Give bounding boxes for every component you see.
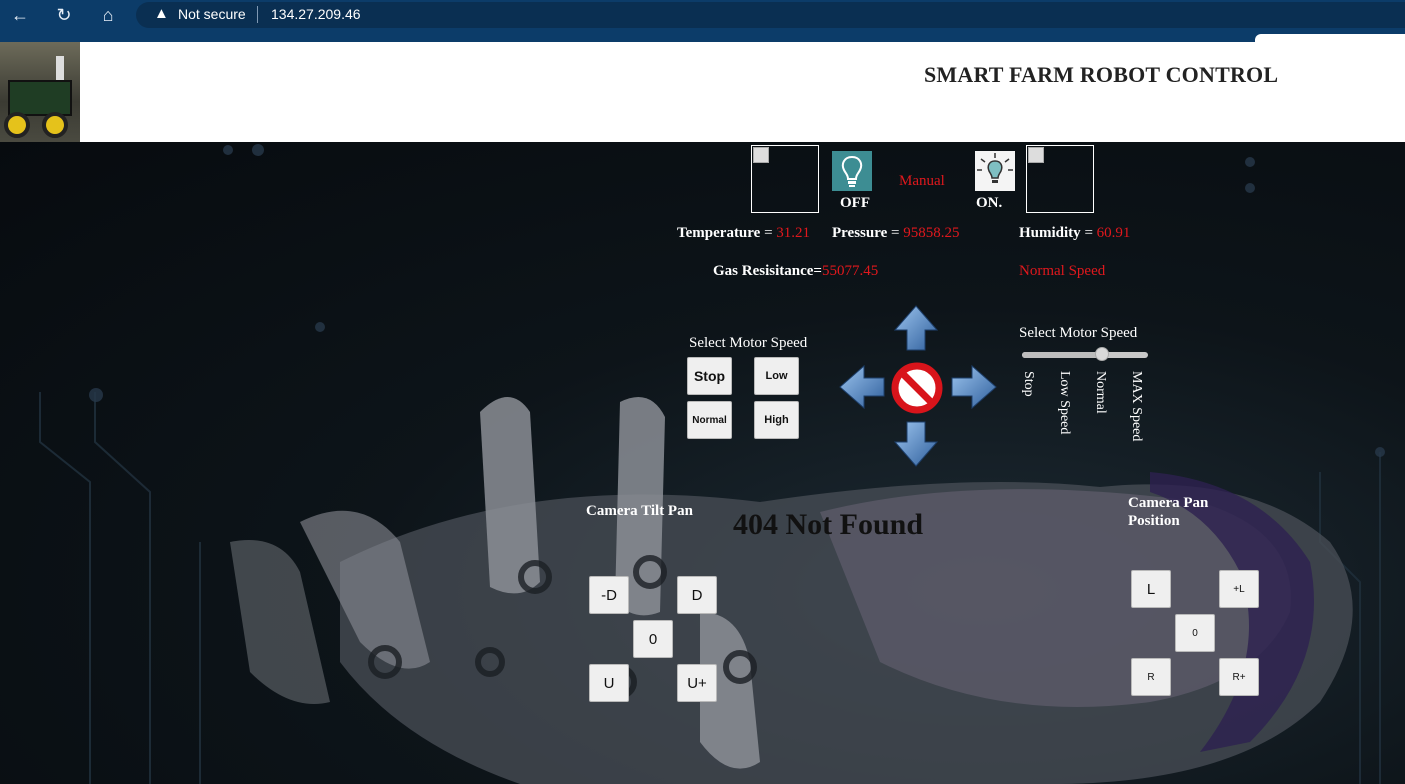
camera-image-right	[1026, 145, 1094, 213]
camera-image-left	[751, 145, 819, 213]
pan-l-button[interactable]: L	[1131, 570, 1171, 608]
temperature-value: 31.21	[776, 225, 811, 241]
robot-logo	[0, 42, 80, 142]
pan-center-button[interactable]: 0	[1175, 614, 1215, 652]
light-off-label: OFF	[840, 195, 870, 211]
reload-icon[interactable]: ↻	[52, 4, 76, 26]
tilt-d-button[interactable]: D	[677, 576, 717, 614]
gas-label: Gas Resisitance=	[713, 263, 822, 279]
camera-pan-title-line1: Camera Pan	[1128, 495, 1209, 511]
motor-speed-title-left: Select Motor Speed	[689, 335, 808, 351]
equals-sign: =	[887, 225, 904, 241]
motor-speed-slider[interactable]	[1022, 347, 1148, 361]
bulb-off-icon[interactable]	[832, 151, 872, 191]
motor-stop-button[interactable]: Stop	[687, 357, 732, 395]
equals-sign: =	[1080, 225, 1097, 241]
video-error-message: 404 Not Found	[733, 508, 924, 541]
arrow-left-icon[interactable]	[838, 364, 886, 410]
motor-speed-title-right: Select Motor Speed	[1019, 325, 1138, 341]
slider-tick-stop: Stop	[1021, 371, 1036, 397]
camera-pan-title-line2: Position	[1128, 513, 1180, 529]
speed-status: Normal Speed	[1019, 263, 1106, 279]
motor-low-button[interactable]: Low	[754, 357, 799, 395]
slider-fill	[1022, 352, 1102, 358]
tilt-u-plus-button[interactable]: U+	[677, 664, 717, 702]
slider-tick-max: MAX Speed	[1129, 371, 1144, 442]
camera-pan-title: Camera Pan Position	[1128, 494, 1208, 530]
page-header: SMART FARM ROBOT CONTROL	[0, 42, 1405, 142]
equals-sign: =	[760, 225, 777, 241]
stop-icon[interactable]	[890, 361, 944, 415]
gas-value: 55077.45	[821, 263, 879, 279]
gas-reading: Gas Resisitance=55077.45	[713, 263, 878, 280]
page-title: SMART FARM ROBOT CONTROL	[924, 62, 1279, 87]
pressure-reading: Pressure = 95858.25	[832, 225, 960, 242]
security-status[interactable]: Not secure	[178, 6, 246, 22]
arrow-down-icon[interactable]	[893, 420, 939, 468]
url-text[interactable]: 134.27.209.46	[271, 6, 361, 22]
browser-strip	[0, 30, 1405, 42]
browser-toolbar: ← ↻ ⌂ ▲ Not secure 134.27.209.46	[0, 0, 1405, 30]
home-icon[interactable]: ⌂	[96, 4, 120, 26]
arrow-right-icon[interactable]	[950, 364, 998, 410]
arrow-up-icon[interactable]	[893, 304, 939, 352]
humidity-reading: Humidity = 60.91	[1019, 225, 1130, 242]
back-arrow-icon[interactable]: ←	[8, 4, 32, 26]
humidity-value: 60.91	[1096, 225, 1131, 241]
pressure-label: Pressure	[832, 225, 888, 241]
light-on-label: ON.	[976, 195, 1003, 211]
slider-tick-low: Low Speed	[1057, 371, 1072, 435]
mode-label: Manual	[899, 173, 945, 189]
warning-icon: ▲	[154, 5, 169, 22]
temperature-reading: Temperature = 31.21	[677, 225, 810, 242]
motor-normal-button[interactable]: Normal	[687, 401, 732, 439]
tilt-minus-d-button[interactable]: -D	[589, 576, 629, 614]
slider-thumb[interactable]	[1094, 347, 1109, 361]
tilt-center-button[interactable]: 0	[633, 620, 673, 658]
camera-tilt-title: Camera Tilt Pan	[586, 503, 693, 519]
tilt-u-button[interactable]: U	[589, 664, 629, 702]
pan-plus-l-button[interactable]: +L	[1219, 570, 1259, 608]
slider-tick-normal: Normal	[1093, 371, 1108, 414]
pan-r-button[interactable]: R	[1131, 658, 1171, 696]
humidity-label: Humidity	[1019, 225, 1081, 241]
pan-r-plus-button[interactable]: R+	[1219, 658, 1259, 696]
pressure-value: 95858.25	[903, 225, 960, 241]
temperature-label: Temperature	[677, 225, 761, 241]
address-separator	[257, 6, 258, 23]
bulb-on-icon[interactable]	[975, 151, 1015, 191]
motor-high-button[interactable]: High	[754, 401, 799, 439]
